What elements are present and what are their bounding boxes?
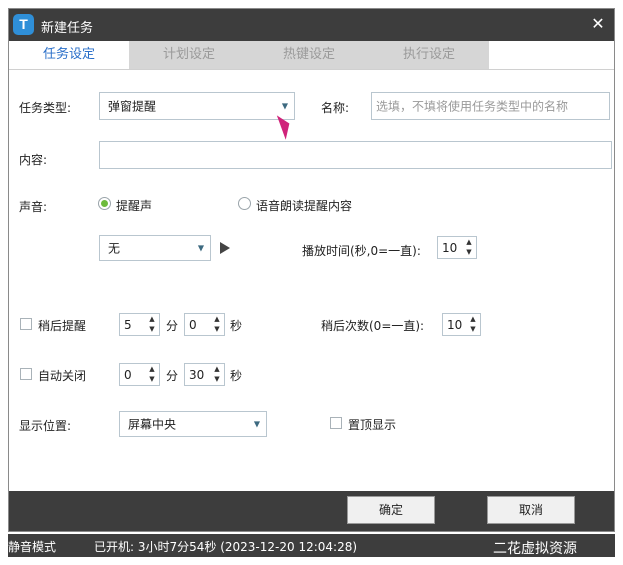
sound-file-select[interactable]: 无 ▼ <box>99 235 211 261</box>
spin-up-icon[interactable]: ▲ <box>147 315 157 324</box>
task-type-value: 弹窗提醒 <box>108 99 157 114</box>
silent-mode-status[interactable]: 静音模式 <box>8 538 56 555</box>
position-value: 屏幕中央 <box>128 417 177 432</box>
tab-bar: 任务设定 计划设定 热键设定 执行设定 <box>9 41 614 69</box>
cancel-button[interactable]: 取消 <box>487 496 575 524</box>
spin-down-icon[interactable]: ▼ <box>464 248 474 257</box>
position-label: 显示位置: <box>19 419 72 433</box>
tab-execution-settings[interactable]: 执行设定 <box>369 41 489 69</box>
dialog-title: 新建任务 <box>41 21 94 36</box>
spin-down-icon[interactable]: ▼ <box>468 325 478 334</box>
snooze-seconds-unit: 秒 <box>230 319 243 333</box>
uptime-status: 已开机: 3小时7分54秒 (2023-12-20 12:04:28) <box>94 540 358 554</box>
play-time-value: 10 <box>442 240 458 255</box>
topmost-label: 置顶显示 <box>348 418 397 432</box>
auto-close-seconds-stepper[interactable]: 30 ▲ ▼ <box>184 363 225 386</box>
tab-schedule-settings[interactable]: 计划设定 <box>129 41 249 69</box>
auto-close-minutes-value: 0 <box>124 367 132 382</box>
auto-close-label: 自动关闭 <box>38 369 87 383</box>
watermark-text: 二花虚拟资源 <box>493 541 577 557</box>
app-logo-icon: T <box>13 14 34 35</box>
task-type-select[interactable]: 弹窗提醒 ▼ <box>99 92 295 120</box>
auto-close-seconds-value: 30 <box>189 367 205 382</box>
auto-close-minutes-unit: 分 <box>166 369 179 383</box>
spin-down-icon[interactable]: ▼ <box>212 375 222 384</box>
spin-down-icon[interactable]: ▼ <box>212 325 222 334</box>
spin-down-icon[interactable]: ▼ <box>147 325 157 334</box>
tab-task-settings[interactable]: 任务设定 <box>9 41 129 69</box>
task-type-label: 任务类型: <box>19 101 72 115</box>
ok-button[interactable]: 确定 <box>347 496 435 524</box>
name-input[interactable]: 选填，不填将使用任务类型中的名称 <box>371 92 610 120</box>
name-placeholder: 选填，不填将使用任务类型中的名称 <box>376 99 569 114</box>
chevron-down-icon: ▼ <box>197 243 204 253</box>
sound-file-value: 无 <box>108 241 121 256</box>
spin-up-icon[interactable]: ▲ <box>468 315 478 324</box>
radio-alert-sound[interactable] <box>98 197 111 210</box>
spin-up-icon[interactable]: ▲ <box>147 365 157 374</box>
content-input[interactable] <box>99 141 612 169</box>
chevron-down-icon: ▼ <box>253 419 260 429</box>
spin-up-icon[interactable]: ▲ <box>464 238 474 247</box>
spin-up-icon[interactable]: ▲ <box>212 365 222 374</box>
auto-close-checkbox[interactable] <box>20 368 32 380</box>
task-settings-panel: 任务类型: 弹窗提醒 ▼ 名称: 选填，不填将使用任务类型中的名称 内容: 声音… <box>9 69 614 492</box>
spin-down-icon[interactable]: ▼ <box>147 375 157 384</box>
title-bar: T 新建任务 ✕ <box>9 9 614 41</box>
alert-sound-label: 提醒声 <box>116 199 153 213</box>
snooze-seconds-value: 0 <box>189 317 197 332</box>
snooze-minutes-value: 5 <box>124 317 132 332</box>
play-time-stepper[interactable]: 10 ▲ ▼ <box>437 236 477 259</box>
auto-close-minutes-stepper[interactable]: 0 ▲ ▼ <box>119 363 160 386</box>
snooze-minutes-unit: 分 <box>166 319 179 333</box>
snooze-count-label: 稍后次数(0=一直): <box>321 319 425 333</box>
play-icon[interactable] <box>220 242 230 254</box>
position-select[interactable]: 屏幕中央 ▼ <box>119 411 267 437</box>
snooze-minutes-stepper[interactable]: 5 ▲ ▼ <box>119 313 160 336</box>
snooze-seconds-stepper[interactable]: 0 ▲ ▼ <box>184 313 225 336</box>
sound-label: 声音: <box>19 200 48 214</box>
auto-close-seconds-unit: 秒 <box>230 369 243 383</box>
spin-up-icon[interactable]: ▲ <box>212 315 222 324</box>
name-label: 名称: <box>321 101 350 115</box>
snooze-count-stepper[interactable]: 10 ▲ ▼ <box>442 313 481 336</box>
snooze-count-value: 10 <box>447 317 463 332</box>
tab-hotkey-settings[interactable]: 热键设定 <box>249 41 369 69</box>
tts-read-label: 语音朗读提醒内容 <box>256 199 353 213</box>
dialog-footer: 确定 取消 <box>9 491 614 531</box>
snooze-label: 稍后提醒 <box>38 319 87 333</box>
content-label: 内容: <box>19 153 48 167</box>
radio-tts-read[interactable] <box>238 197 251 210</box>
chevron-down-icon: ▼ <box>281 101 288 111</box>
play-time-label: 播放时间(秒,0=一直): <box>302 244 421 258</box>
snooze-checkbox[interactable] <box>20 318 32 330</box>
new-task-dialog: T 新建任务 ✕ 任务设定 计划设定 热键设定 执行设定 任务类型: 弹窗提醒 … <box>8 8 615 532</box>
topmost-checkbox[interactable] <box>330 417 342 429</box>
close-icon[interactable]: ✕ <box>588 13 608 35</box>
